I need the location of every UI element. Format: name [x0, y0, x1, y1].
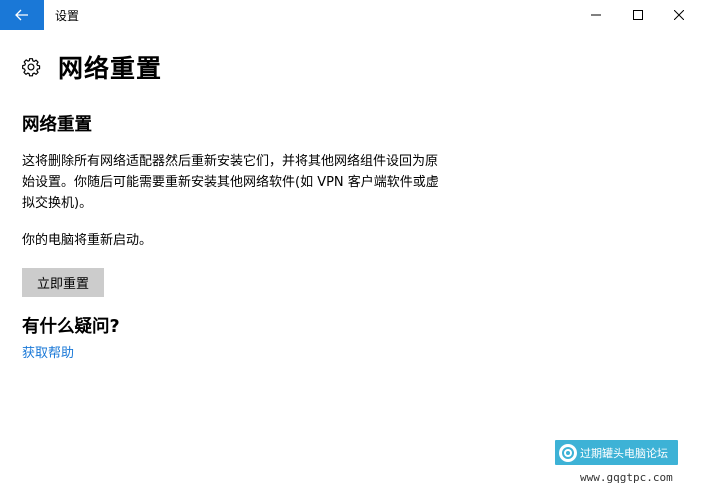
minimize-button[interactable] [578, 0, 614, 30]
close-icon [674, 10, 684, 20]
back-button[interactable] [0, 0, 44, 30]
title-bar: 设置 [0, 0, 701, 30]
page-header: 网络重置 [21, 49, 162, 85]
gear-icon [22, 58, 41, 77]
back-arrow-icon [15, 9, 28, 21]
reset-description: 这将删除所有网络适配器然后重新安装它们，并将其他网络组件设回为原始设置。你随后可… [22, 154, 439, 211]
restart-note: 你的电脑将重新启动。 [22, 233, 153, 248]
page-title: 网络重置 [58, 54, 163, 83]
close-button[interactable] [661, 0, 697, 30]
maximize-button[interactable] [620, 0, 656, 30]
section-title: 网络重置 [22, 115, 92, 135]
minimize-icon [591, 14, 601, 16]
get-help-link[interactable]: 获取帮助 [22, 342, 74, 361]
watermark-url: www.gqgtpc.com [580, 471, 673, 484]
watermark-logo-icon [559, 443, 577, 462]
maximize-icon [633, 10, 643, 20]
watermark-badge: 过期罐头电脑论坛 [555, 440, 678, 465]
help-heading: 有什么疑问? [22, 317, 120, 337]
reset-now-button[interactable]: 立即重置 [22, 268, 104, 297]
window-title: 设置 [55, 9, 80, 23]
watermark-text: 过期罐头电脑论坛 [580, 446, 668, 460]
